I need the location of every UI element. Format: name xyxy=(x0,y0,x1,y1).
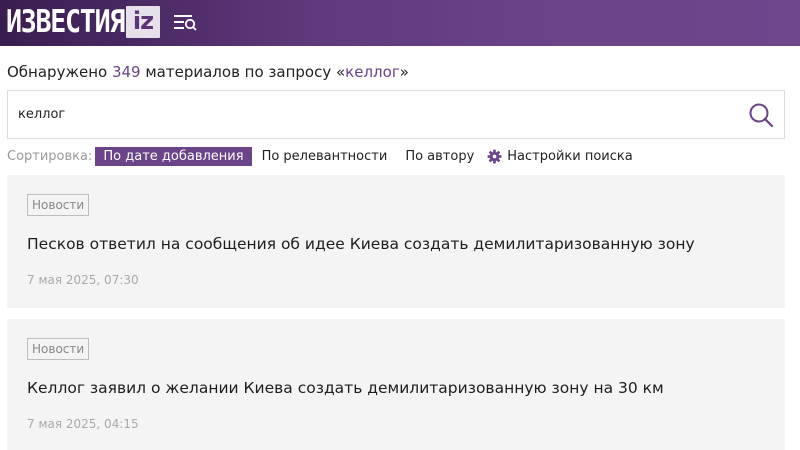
search-settings-link[interactable]: Настройки поиска xyxy=(487,149,633,164)
site-header: ИЗВЕСТИЯ iz xyxy=(0,0,800,46)
result-card: Новости Келлог заявил о желании Киева со… xyxy=(7,319,785,450)
result-title-link[interactable]: Келлог заявил о желании Киева создать де… xyxy=(27,379,664,397)
result-date: 7 мая 2025, 04:15 xyxy=(27,417,139,431)
logo-badge[interactable]: iz xyxy=(126,6,160,38)
category-badge[interactable]: Новости xyxy=(27,194,90,216)
sort-bar: Сортировка: По дате добавления По релева… xyxy=(7,146,633,167)
result-date: 7 мая 2025, 07:30 xyxy=(27,273,139,287)
query-text: келлог xyxy=(345,63,400,81)
search-icon[interactable] xyxy=(748,102,774,128)
sort-by-relevance[interactable]: По релевантности xyxy=(254,147,396,166)
results-summary: Обнаружено 349 материалов по запросу «ке… xyxy=(7,63,409,81)
sort-by-author[interactable]: По автору xyxy=(397,147,482,166)
summary-prefix: Обнаружено xyxy=(7,63,112,81)
sort-label: Сортировка: xyxy=(7,149,93,164)
category-badge[interactable]: Новости xyxy=(27,338,90,360)
result-card: Новости Песков ответил на сообщения об и… xyxy=(7,175,785,308)
search-input[interactable] xyxy=(9,92,729,137)
gear-icon xyxy=(487,149,502,164)
summary-middle: материалов по запросу « xyxy=(140,63,346,81)
search-box xyxy=(7,90,785,139)
sort-by-date[interactable]: По дате добавления xyxy=(95,147,252,166)
site-logo[interactable]: ИЗВЕСТИЯ xyxy=(6,4,125,40)
summary-suffix: » xyxy=(399,63,409,81)
search-settings-label: Настройки поиска xyxy=(507,149,633,164)
result-title-link[interactable]: Песков ответил на сообщения об идее Киев… xyxy=(27,235,695,253)
menu-search-icon[interactable] xyxy=(172,12,198,32)
results-count: 349 xyxy=(111,63,141,81)
